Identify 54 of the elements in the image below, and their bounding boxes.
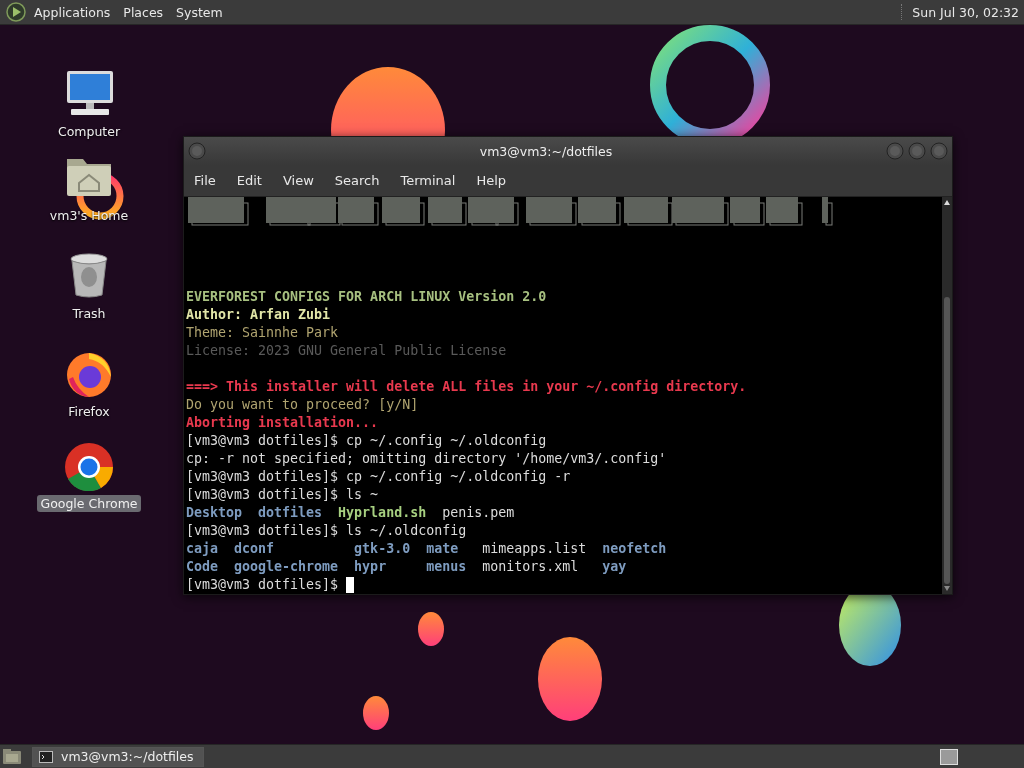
clock[interactable]: Sun Jul 30, 02:32 [912, 4, 1024, 20]
scroll-down-icon[interactable] [943, 584, 951, 592]
file-name: neofetch [602, 540, 667, 558]
panel-menu[interactable]: Places [121, 2, 171, 22]
menu-logo-icon[interactable] [6, 2, 26, 22]
show-desktop-icon[interactable] [2, 747, 22, 766]
file-name: menus [426, 558, 467, 576]
menu-item[interactable]: Help [475, 170, 527, 191]
file-name: dconf [234, 540, 276, 558]
terminal-icon [39, 750, 53, 763]
terminal-text: cp: -r not specified; omitting directory '/home/vm3/.config' [186, 450, 667, 468]
taskbar-button[interactable]: vm3@vm3:~/dotfiles [32, 746, 205, 767]
terminal-text: ===> This installer will delete ALL files in your ~/.config directory. [186, 378, 747, 396]
menu-item[interactable]: Terminal [399, 170, 476, 191]
icon-label[interactable]: Computer [54, 123, 124, 140]
terminal-text: [vm3@vm3 dotfiles]$ ls ~/.oldconfig [186, 522, 467, 540]
menu-item[interactable]: File [193, 170, 236, 191]
terminal-text: Aborting installation... [186, 414, 379, 432]
file-name: yay [602, 558, 628, 576]
terminal-text: [vm3@vm3 dotfiles]$ [186, 576, 339, 594]
menu-item[interactable]: View [281, 170, 334, 191]
terminal-text: License: 2023 GNU General Public License [186, 342, 507, 360]
menu-item[interactable]: Edit [235, 170, 282, 191]
file-name: Desktop [186, 504, 243, 522]
file-name: monitors.xml [482, 558, 580, 576]
window-title: vm3@vm3:~/dotfiles [478, 143, 614, 159]
file-name: hypr [354, 558, 388, 576]
panel-menu[interactable]: System [174, 2, 230, 22]
file-name: google-chrome [234, 558, 339, 576]
scrollbar[interactable] [942, 197, 952, 594]
terminal-text: [vm3@vm3 dotfiles]$ ls ~ [186, 486, 379, 504]
file-name: mate [426, 540, 460, 558]
file-name: Code [186, 558, 219, 576]
file-name: dotfiles [258, 504, 323, 522]
terminal-text: Theme: Sainnhe Park [186, 324, 339, 342]
workspace-switcher[interactable] [940, 748, 958, 765]
icon-label[interactable]: Google Chrome [37, 495, 141, 512]
panel-menu[interactable]: Applications [32, 2, 118, 22]
scroll-thumb[interactable] [944, 297, 950, 584]
terminal-text: Do you want to proceed? [y/N] [186, 396, 419, 414]
terminal-text: Author: Arfan Zubi [186, 306, 331, 324]
file-name: penis.pem [442, 504, 515, 522]
file-name: gtk-3.0 [354, 540, 411, 558]
terminal-text: [vm3@vm3 dotfiles]$ cp ~/.config ~/.oldconfig [186, 432, 547, 450]
terminal-text: EVERFOREST CONFIGS FOR ARCH LINUX Version 2.0 [186, 288, 547, 306]
file-name: caja [186, 540, 219, 558]
icon-label[interactable]: Trash [69, 305, 109, 322]
file-name: mimeapps.list [482, 540, 587, 558]
icon-label[interactable]: Firefox [65, 403, 113, 420]
menu-item[interactable]: Search [333, 170, 400, 191]
terminal-text: [vm3@vm3 dotfiles]$ cp ~/.config ~/.oldconfig -r [186, 468, 571, 486]
file-name: Hyprland.sh [338, 504, 427, 522]
scroll-up-icon[interactable] [943, 199, 951, 207]
chrome-icon[interactable] [63, 441, 115, 491]
